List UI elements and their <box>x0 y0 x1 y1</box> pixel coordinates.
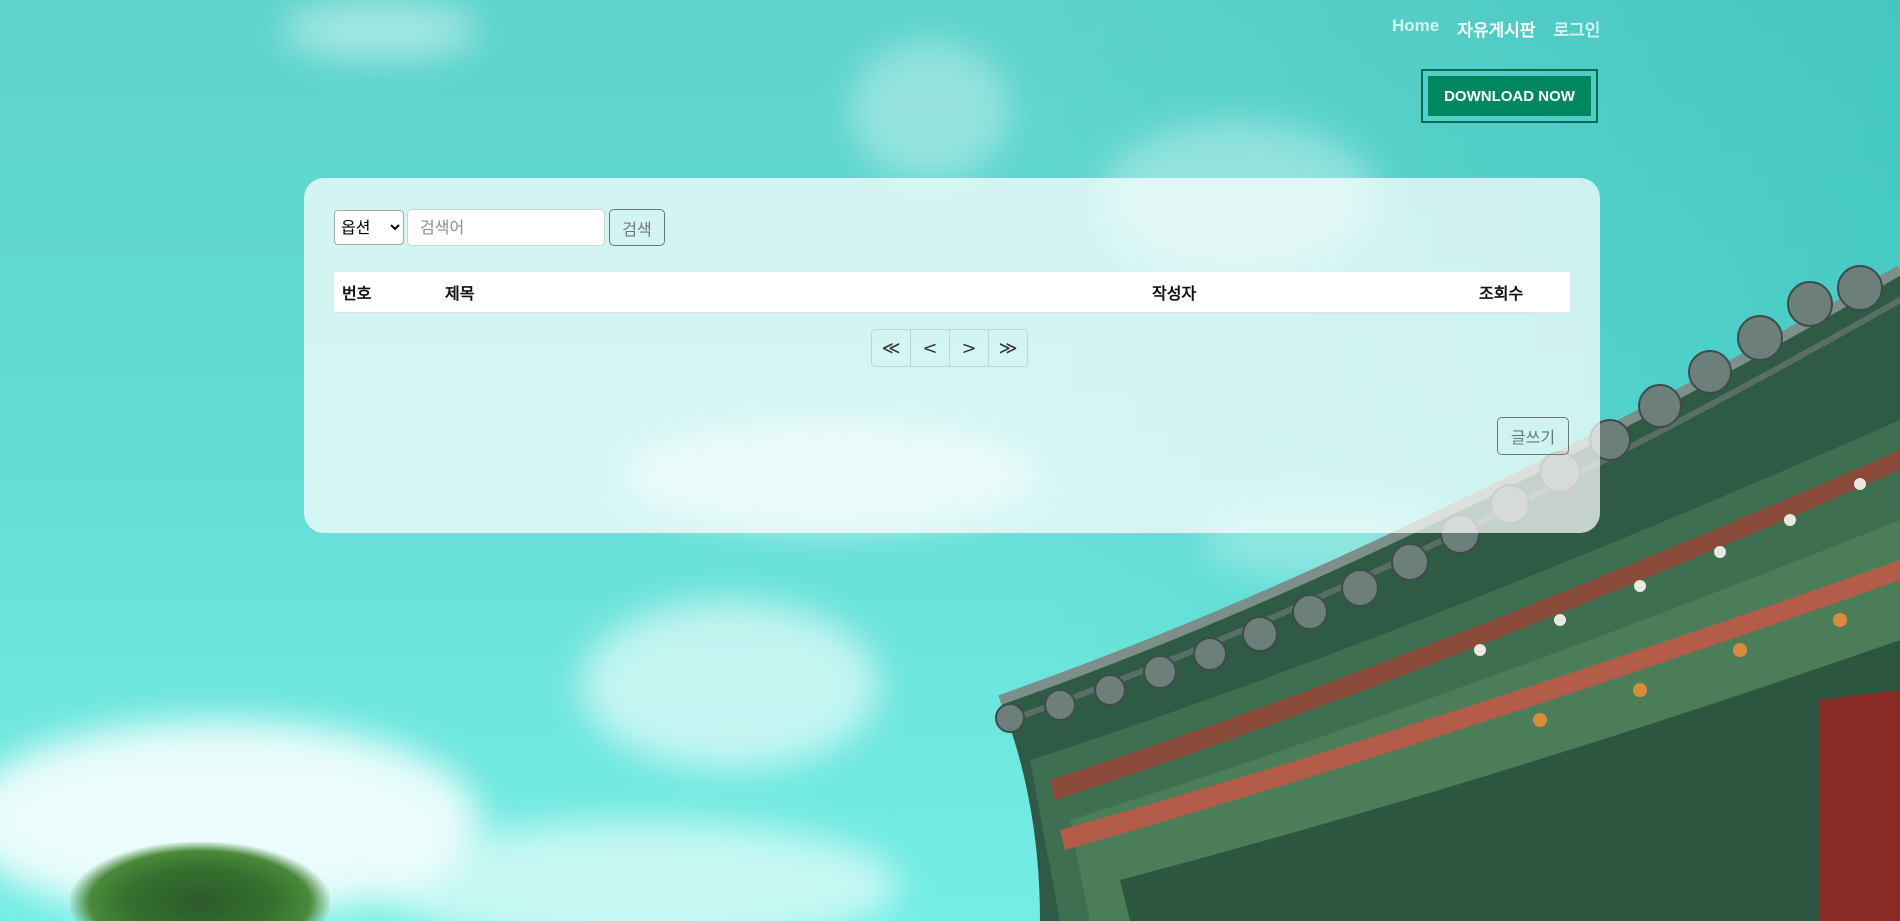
board-panel: 옵션 검색 번호 제목 작성자 조회수 ≪ < > ≫ 글쓰기 <box>304 178 1600 533</box>
nav-home-link[interactable]: Home <box>1392 16 1439 41</box>
nav-login-link[interactable]: 로그인 <box>1553 16 1600 41</box>
prev-page-button[interactable]: < <box>910 329 950 367</box>
nav-free-board-link[interactable]: 자유게시판 <box>1457 16 1535 41</box>
search-bar: 옵션 검색 <box>334 209 665 246</box>
column-header-views: 조회수 <box>1471 272 1570 313</box>
download-now-button[interactable]: DOWNLOAD NOW <box>1428 76 1591 116</box>
page-background: Home 자유게시판 로그인 DOWNLOAD NOW 옵션 검색 번호 제목 … <box>0 0 1900 921</box>
write-post-button[interactable]: 글쓰기 <box>1497 417 1569 455</box>
column-header-number: 번호 <box>334 272 437 313</box>
next-page-button[interactable]: > <box>949 329 989 367</box>
pagination: ≪ < > ≫ <box>871 329 1028 367</box>
download-button-frame: DOWNLOAD NOW <box>1421 69 1598 123</box>
column-header-title: 제목 <box>437 272 1144 313</box>
last-page-button[interactable]: ≫ <box>988 329 1028 367</box>
search-option-select[interactable]: 옵션 <box>334 210 404 245</box>
column-header-author: 작성자 <box>1144 272 1471 313</box>
table-header-row: 번호 제목 작성자 조회수 <box>334 272 1570 313</box>
search-button[interactable]: 검색 <box>609 209 665 246</box>
first-page-button[interactable]: ≪ <box>871 329 911 367</box>
search-input[interactable] <box>407 209 605 246</box>
board-table: 번호 제목 작성자 조회수 <box>334 272 1570 313</box>
top-nav: Home 자유게시판 로그인 <box>1392 16 1600 41</box>
